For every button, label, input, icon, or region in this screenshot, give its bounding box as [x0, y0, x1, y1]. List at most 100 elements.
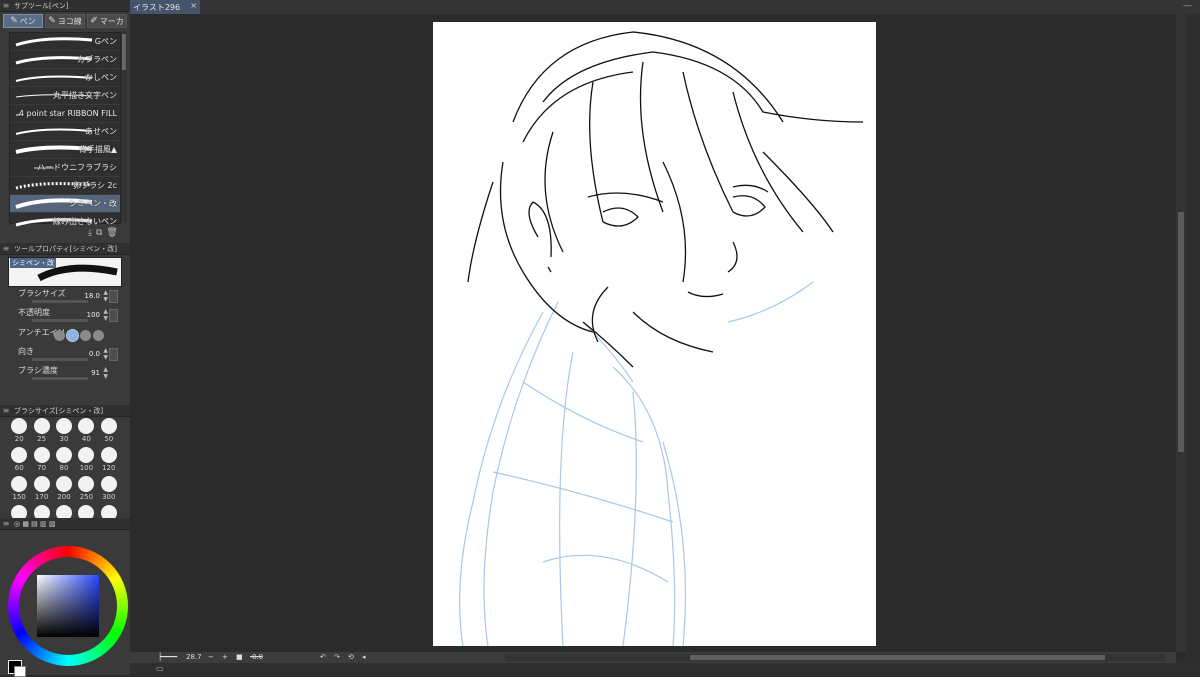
marker-icon: ✐ — [90, 16, 98, 26]
reset-rotation-icon[interactable]: ⟲ — [348, 653, 354, 661]
fit-icon[interactable]: ■ — [236, 653, 243, 661]
subtool-tab-line[interactable]: ✎ ヨコ線 — [45, 14, 85, 28]
toggle-icon[interactable] — [109, 309, 118, 322]
vertical-scrollbar[interactable] — [1176, 14, 1186, 652]
density-row[interactable]: ブラシ濃度 91 ▲ ▼ — [8, 365, 120, 384]
subtool-tab-marker[interactable]: ✐ マーカ — [87, 14, 127, 28]
zoom-slider[interactable]: ▕━━━━ — [155, 653, 177, 661]
zoom-out-icon[interactable]: − — [208, 653, 214, 661]
opacity-value[interactable]: 100 — [87, 311, 100, 319]
rotate-left-icon[interactable]: ↶ — [320, 653, 326, 661]
close-icon[interactable]: × — [190, 1, 197, 10]
direction-label: 向き — [18, 347, 34, 356]
density-slider[interactable] — [32, 377, 88, 380]
brush-list-scrollbar[interactable] — [121, 32, 127, 222]
density-value[interactable]: 91 — [91, 369, 100, 377]
brush-size-dot — [100, 418, 117, 434]
antialias-none-icon[interactable] — [54, 330, 65, 341]
brush-preview: シミペン・改 — [8, 257, 122, 287]
brush-size-preset[interactable]: 30 — [53, 418, 75, 443]
subtool-tab-pen[interactable]: ✎ ペン — [3, 14, 43, 28]
brush-item[interactable]: 卵ブラシ 2c — [10, 177, 120, 195]
brush-size-dot — [100, 476, 117, 492]
brush-label: Gペン — [94, 37, 117, 46]
saturation-value-square[interactable] — [37, 575, 99, 637]
brush-size-preset[interactable]: 170 — [30, 476, 52, 501]
pen-icon: ✎ — [48, 16, 56, 26]
zoom-value[interactable]: 28.7 — [186, 653, 202, 661]
brush-size-preset[interactable]: 60 — [8, 447, 30, 472]
zoom-in-icon[interactable]: + — [222, 653, 228, 661]
brush-item[interactable]: カブラペン — [10, 51, 120, 69]
copy-icon[interactable]: ⧉ — [96, 228, 102, 238]
document-tab[interactable]: イラスト296 × — [130, 0, 200, 14]
brush-item[interactable]: 背手描風▲ — [10, 141, 120, 159]
spinner-icon[interactable]: ▲ ▼ — [103, 308, 108, 322]
panel-menu-icon[interactable]: ≡ — [0, 519, 12, 528]
opacity-slider[interactable] — [32, 319, 88, 322]
brush-item[interactable]: ハードウニフラブラシ — [10, 159, 120, 177]
direction-value[interactable]: 0.0 — [89, 350, 100, 358]
brush-label: 丸平描き文字ペン — [53, 91, 117, 100]
spinner-icon[interactable]: ▲ ▼ — [103, 347, 108, 361]
brush-item[interactable]: 4 point star RIBBON FILL — [10, 105, 120, 123]
antialias-strong-icon[interactable] — [93, 330, 104, 341]
antialias-row[interactable]: アンチエイリ — [8, 327, 120, 346]
brush-size-preset[interactable]: 25 — [30, 418, 52, 443]
panel-menu-icon[interactable]: ≡ — [0, 406, 12, 415]
brush-size-value[interactable]: 18.0 — [84, 292, 100, 300]
brush-item[interactable]: あせペン — [10, 123, 120, 141]
brush-size-preset[interactable]: 80 — [53, 447, 75, 472]
spinner-icon[interactable]: ▲ ▼ — [103, 366, 108, 380]
brush-size-preset[interactable]: 20 — [8, 418, 30, 443]
spinner-icon[interactable]: ▲ ▼ — [103, 289, 108, 303]
brush-size-dot — [78, 476, 95, 492]
brush-size-dot — [33, 476, 50, 492]
antialias-options[interactable] — [54, 329, 104, 342]
navigator-icon[interactable]: ▭ — [156, 664, 164, 673]
brush-size-number: 70 — [37, 464, 47, 472]
brush-size-panel-header: ≡ ブラシサイズ[シミペン・改] — [0, 405, 130, 417]
horizontal-scrollbar[interactable] — [505, 654, 1165, 661]
brush-item[interactable]: Gペン — [10, 33, 120, 51]
brush-size-preset[interactable]: 100 — [75, 447, 97, 472]
brush-size-dot — [11, 418, 28, 434]
brush-item[interactable]: かしペン — [10, 69, 120, 87]
brush-size-preset[interactable]: 40 — [75, 418, 97, 443]
download-icon[interactable]: ⤓ — [88, 228, 92, 238]
brush-size-preset[interactable]: 150 — [8, 476, 30, 501]
brush-size-preset[interactable]: 70 — [30, 447, 52, 472]
brush-size-preset[interactable]: 300 — [98, 476, 120, 501]
brush-size-dot — [11, 476, 28, 492]
trash-icon[interactable]: 🗑 — [106, 228, 117, 238]
brush-size-preset[interactable]: 50 — [98, 418, 120, 443]
brush-size-preset[interactable]: 120 — [98, 447, 120, 472]
window-menu-icon[interactable]: — — [1183, 1, 1192, 11]
rotate-right-icon[interactable]: ↷ — [334, 653, 340, 661]
sub-color-swatch[interactable] — [14, 666, 26, 677]
panel-menu-icon[interactable]: ≡ — [0, 244, 12, 253]
brush-size-preset[interactable]: 250 — [75, 476, 97, 501]
rotate-value[interactable]: 0.0 — [252, 653, 263, 661]
brush-size-dot — [33, 447, 50, 463]
drawing-canvas[interactable] — [433, 22, 876, 646]
panel-menu-icon[interactable]: ≡ — [0, 1, 12, 10]
direction-row[interactable]: 向き 0.0 ▲ ▼ — [8, 346, 120, 365]
brush-size-slider[interactable] — [32, 300, 88, 303]
antialias-weak-icon[interactable] — [66, 329, 79, 342]
brush-size-dot — [78, 447, 95, 463]
toggle-icon[interactable] — [109, 290, 118, 303]
brush-size-row[interactable]: ブラシサイズ 18.0 ▲ ▼ — [8, 288, 120, 307]
brush-size-dot — [33, 418, 50, 434]
toggle-icon[interactable] — [109, 348, 118, 361]
brush-item[interactable]: 丸平描き文字ペン — [10, 87, 120, 105]
antialias-medium-icon[interactable] — [80, 330, 91, 341]
direction-slider[interactable] — [32, 358, 88, 361]
color-wheel-tab-icon[interactable]: ◎ ▦ ▤ ▥ ▧ — [12, 520, 55, 528]
brush-size-preset[interactable]: 200 — [53, 476, 75, 501]
opacity-row[interactable]: 不透明度 100 ▲ ▼ — [8, 307, 120, 326]
brush-size-number: 120 — [102, 464, 116, 472]
brush-size-dot — [55, 447, 72, 463]
flip-icon[interactable]: ◂ — [362, 653, 366, 661]
brush-item-selected[interactable]: シミペン・改 — [10, 195, 120, 213]
